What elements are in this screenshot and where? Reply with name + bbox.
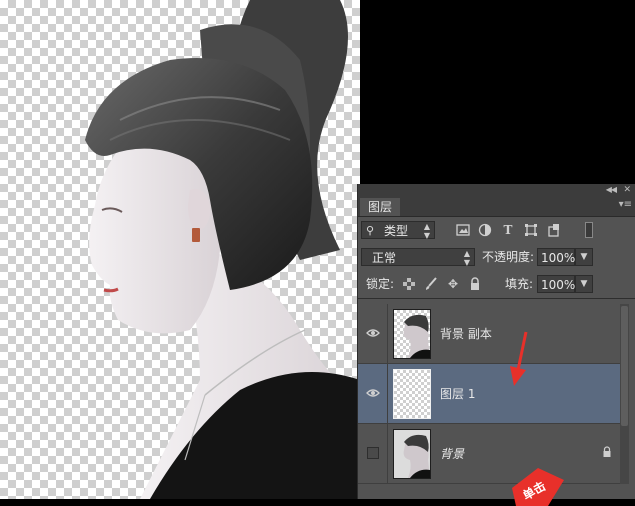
filter-kind-label: 类型 <box>384 224 409 238</box>
visibility-cell[interactable] <box>358 424 388 484</box>
lock-transparency-icon[interactable] <box>402 277 416 291</box>
select-arrows-icon: ▲ ▼ <box>463 249 470 267</box>
blend-row: 正常 ▲ ▼ 不透明度: 100% ▼ <box>358 244 635 271</box>
close-icon[interactable]: ✕ <box>623 184 631 196</box>
blend-mode-value: 正常 <box>372 251 397 265</box>
filter-toggle-switch[interactable] <box>585 222 593 238</box>
adjust-filter-icon[interactable] <box>478 223 492 237</box>
layer-name: 背景 <box>440 447 465 461</box>
layer-list-scrollbar[interactable] <box>620 304 629 484</box>
lock-icon <box>603 446 611 457</box>
visibility-cell[interactable] <box>358 364 388 424</box>
annotation-arrow <box>510 331 528 386</box>
layer-name: 图层 1 <box>440 387 476 401</box>
layer-thumbnail <box>393 369 431 419</box>
visibility-off-box[interactable] <box>367 447 379 459</box>
opacity-dropdown-button[interactable]: ▼ <box>575 248 593 266</box>
lock-icon[interactable] <box>468 277 482 291</box>
lock-position-move-icon[interactable]: ✥ <box>446 277 460 291</box>
search-icon: ⚲ <box>366 224 375 237</box>
layer-row-background-copy[interactable]: 背景 副本 <box>358 304 620 364</box>
fill-input[interactable]: 100% <box>537 275 575 293</box>
lock-row: 锁定: ✥ 填充: 100% ▼ <box>358 271 635 299</box>
shape-filter-icon[interactable] <box>524 223 538 237</box>
layer-row-background[interactable]: 背景 <box>358 424 620 484</box>
scrollbar-thumb[interactable] <box>621 306 628 426</box>
annotation-badge: 单击 <box>508 466 568 506</box>
type-filter-icon[interactable]: T <box>501 223 515 237</box>
opacity-label: 不透明度: <box>482 250 535 264</box>
select-arrows-icon: ▲ ▼ <box>423 222 430 240</box>
portrait-image <box>85 0 360 499</box>
blend-mode-select[interactable]: 正常 ▲ ▼ <box>361 248 475 267</box>
layer-thumbnail <box>393 429 431 479</box>
tab-layers[interactable]: 图层 <box>360 198 401 216</box>
eye-icon[interactable] <box>366 328 380 338</box>
eye-icon[interactable] <box>366 388 380 398</box>
panel-menu-icon[interactable]: ▾≡ <box>619 198 632 212</box>
layer-row-layer-1[interactable]: 图层 1 <box>358 364 620 424</box>
filter-kind-select[interactable]: ⚲ 类型 ▲ ▼ <box>361 221 435 240</box>
layer-thumbnail <box>393 309 431 359</box>
opacity-input[interactable]: 100% <box>537 248 575 266</box>
lock-pixels-brush-icon[interactable] <box>424 277 438 291</box>
filter-row: ⚲ 类型 ▲ ▼ T <box>358 217 635 244</box>
layers-panel: ◀◀ ✕ 图层 ▾≡ ⚲ 类型 ▲ ▼ T 正常 ▲ ▼ 不透明度: 100% … <box>357 184 635 499</box>
fill-dropdown-button[interactable]: ▼ <box>575 275 593 293</box>
visibility-cell[interactable] <box>358 304 388 364</box>
layer-name: 背景 副本 <box>440 327 492 341</box>
panel-title-bar: ◀◀ ✕ <box>358 184 635 196</box>
fill-label: 填充: <box>505 277 534 291</box>
smart-filter-icon[interactable] <box>547 223 561 237</box>
lock-label: 锁定: <box>366 277 395 291</box>
panel-tab-bar: 图层 ▾≡ <box>358 196 635 217</box>
collapse-panel-icon[interactable]: ◀◀ <box>606 184 617 196</box>
image-filter-icon[interactable] <box>456 223 470 237</box>
